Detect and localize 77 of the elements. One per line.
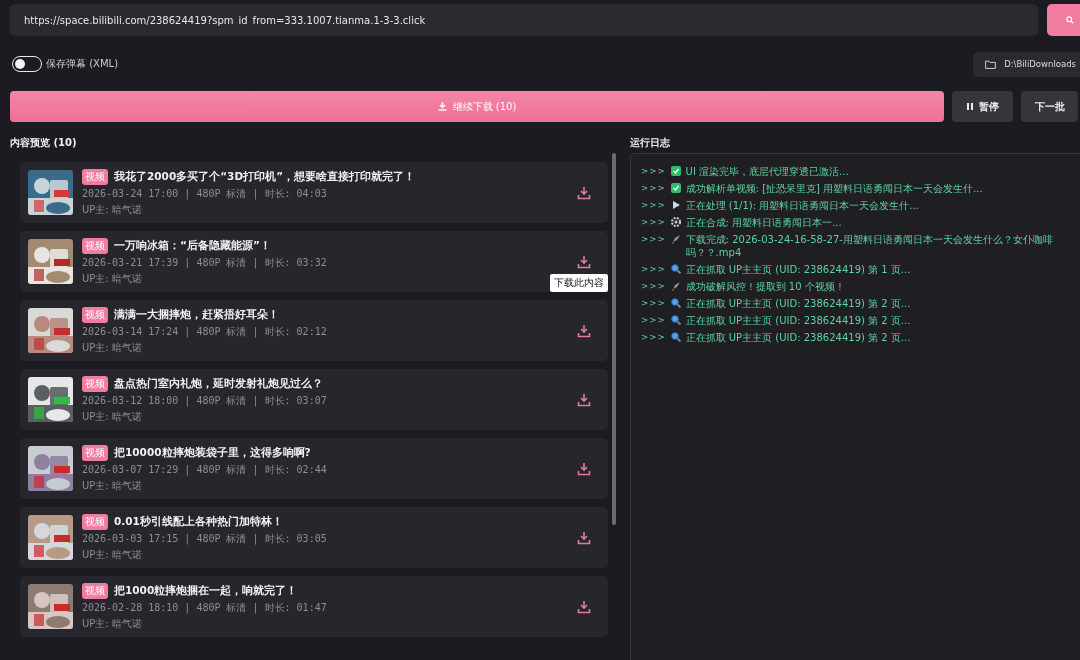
uploader-label: UP主: 暗气诺 [82,478,142,493]
log-text: 正在抓取 UP主主页 (UID: 238624419) 第 2 页... [685,314,912,327]
rocket-icon [669,233,682,245]
search-icon [1066,15,1074,25]
uploader-label: UP主: 暗气诺 [82,340,142,355]
log-text: 正在抓取 UP主主页 (UID: 238624419) 第 2 页... [685,297,912,310]
pause-button[interactable]: 暂停 [952,91,1013,122]
scrollbar[interactable] [612,153,616,525]
download-icon [577,530,591,545]
log-prompt: >>> [641,263,666,276]
rocket-icon [669,280,682,292]
log-prompt: >>> [641,331,666,344]
video-title: 我花了2000多买了个“3D打印机”，想要啥直接打印就完了！ [114,169,416,184]
log-prompt: >>> [641,314,666,327]
log-prompt: >>> [641,280,666,293]
log-text: 正在合成: 用塑料日语勇闯日本一... [685,216,843,229]
uploader-label: UP主: 暗气诺 [82,547,142,562]
download-icon [577,461,591,476]
video-title: 0.01秒引线配上各种热门加特林！ [114,514,283,529]
log-text: 正在抓取 UP主主页 (UID: 238624419) 第 2 页... [685,331,912,344]
log-text: 成功解析单视频: [扯恐呆里克] 用塑料日语勇闯日本一天会发生什... [685,182,984,195]
log-prompt: >>> [641,199,666,212]
search-icon [669,314,682,326]
uploader-label: UP主: 暗气诺 [82,202,142,217]
search-icon [669,297,682,309]
uploader-label: UP主: 暗气诺 [82,271,142,286]
uploader-label: UP主: 暗气诺 [82,409,142,424]
video-meta: 2026-03-14 17:24 | 480P 标清 | 时长: 02:12 [82,324,327,339]
type-badge: 视频 [82,237,108,254]
log-text: 下载完成: 2026-03-24-16-58-27-用塑料日语勇闯日本一天会发生什么？女仆咖啡吗？？.mp4 [685,233,1054,259]
log-prompt: >>> [641,165,666,178]
type-badge: 视频 [82,582,108,599]
video-meta: 2026-03-12 18:00 | 480P 标清 | 时长: 03:07 [82,393,327,408]
log-text: UI 渲染完毕，底层代理穿透已激活... [685,165,850,178]
log-text: 正在处理 (1/1): 用塑料日语勇闯日本一天会发生什... [685,199,920,212]
video-title: 一万响冰箱：“后备隐藏能源”！ [114,238,271,253]
type-badge: 视频 [82,168,108,185]
video-meta: 2026-03-24 17:00 | 480P 标清 | 时长: 04:03 [82,186,327,201]
log-prompt: >>> [641,182,666,195]
section-title: 运行日志 [630,135,671,150]
folder-icon [985,59,997,69]
video-meta: 2026-03-07 17:29 | 480P 标清 | 时长: 02:44 [82,462,327,477]
folder-button[interactable]: D:\BiliDownloads [973,51,1080,77]
search-icon [669,263,682,275]
pause-icon [966,103,973,110]
video-title: 把1000粒摔炮捆在一起，响就完了！ [114,583,298,598]
check-icon [669,182,682,194]
type-badge: 视频 [82,444,108,461]
log-prompt: >>> [641,233,666,246]
video-meta: 2026-03-03 17:15 | 480P 标清 | 时长: 03:05 [82,531,327,546]
download-icon [577,599,591,614]
video-meta: 2026-03-21 17:39 | 480P 标清 | 时长: 03:32 [82,255,327,270]
download-icon [577,323,591,338]
video-meta: 2026-02-28 18:10 | 480P 标清 | 时长: 01:47 [82,600,327,615]
download-icon [437,102,447,111]
type-badge: 视频 [82,306,108,323]
type-badge: 视频 [82,513,108,530]
check-icon [669,165,682,177]
download-icon [577,185,591,200]
log-text: 成功破解风控！提取到 10 个视频！ [685,280,846,293]
section-title: 内容预览 (10) [10,135,78,150]
toggle-label: 保存弹幕 (XML) [46,57,119,71]
download-icon [577,392,591,407]
tooltip: 下载此内容 [550,273,608,292]
gear-icon [669,216,682,228]
next-batch-button[interactable]: 下一批 [1021,91,1078,122]
log-prompt: >>> [641,297,666,310]
url-field[interactable]: https://space.bilibili.com/238624419?spm_id_from=333.1007.tianma.1-3-3.click [10,4,1038,36]
video-title: 满满一大捆摔炮，赶紧捂好耳朵！ [114,307,279,322]
log-prompt: >>> [641,216,666,229]
log-text: 正在抓取 UP主主页 (UID: 238624419) 第 1 页... [685,263,912,276]
download-icon [577,254,591,269]
video-title: 把10000粒摔炮装袋子里，这得多响啊? [114,445,311,460]
type-badge: 视频 [82,375,108,392]
video-title: 盘点热门室内礼炮，延时发射礼炮见过么？ [114,376,323,391]
search-icon [669,331,682,343]
uploader-label: UP主: 暗气诺 [82,616,142,631]
